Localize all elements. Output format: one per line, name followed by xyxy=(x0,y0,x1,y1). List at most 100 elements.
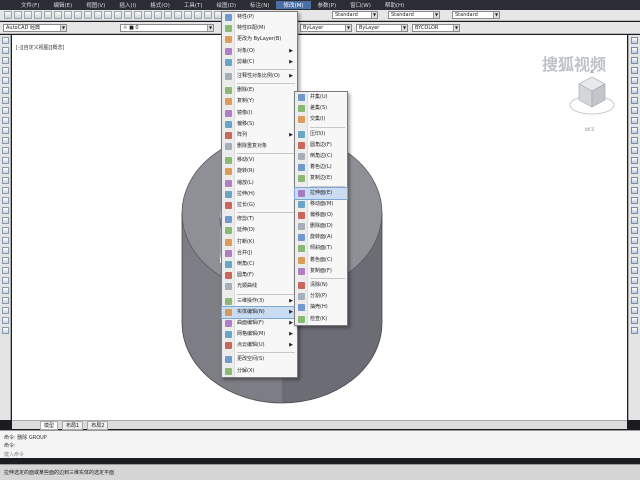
dim-style-combo[interactable]: Standard ▼ xyxy=(388,11,440,19)
toolbar-tool-icon[interactable] xyxy=(2,127,9,134)
menu-item[interactable]: 复制边(E) xyxy=(295,173,347,184)
menu-item[interactable]: 插入(I) xyxy=(112,1,143,9)
toolbar-tool-icon[interactable] xyxy=(2,307,9,314)
menu-item[interactable]: 着色面(C) xyxy=(295,255,347,266)
toolbar-tool-icon[interactable] xyxy=(631,167,638,174)
viewcube-icon[interactable]: WCS xyxy=(567,65,617,135)
menu-item[interactable]: 检查(K) xyxy=(295,314,347,325)
toolbar-tool-icon[interactable] xyxy=(2,267,9,274)
menu-item[interactable]: 移动面(M) xyxy=(295,199,347,210)
toolbar-tool-icon[interactable] xyxy=(631,147,638,154)
toolbar-tool-icon[interactable] xyxy=(631,277,638,284)
menu-item[interactable]: 缩放(L) xyxy=(222,178,297,189)
toolbar-tool-icon[interactable] xyxy=(2,177,9,184)
menu-item[interactable]: 合并(J) xyxy=(222,248,297,259)
toolbar-tool-icon[interactable] xyxy=(2,117,9,124)
toolbar-tool-icon[interactable] xyxy=(2,67,9,74)
menu-item[interactable]: 偏移(S) xyxy=(222,119,297,130)
linetype-combo[interactable]: ByLayer ▼ xyxy=(356,24,408,32)
toolbar-tool-icon[interactable] xyxy=(2,237,9,244)
table-style-combo[interactable]: Standard ▼ xyxy=(452,11,500,19)
toolbar-tool-icon[interactable] xyxy=(631,87,638,94)
menu-item[interactable]: 压印(I) xyxy=(295,129,347,140)
toolbar-tool-icon[interactable] xyxy=(2,327,9,334)
toolbar-tool-icon[interactable] xyxy=(631,327,638,334)
toolbar-tool-icon[interactable] xyxy=(104,11,112,19)
toolbar-tool-icon[interactable] xyxy=(24,11,32,19)
toolbar-tool-icon[interactable] xyxy=(2,287,9,294)
toolbar-tool-icon[interactable] xyxy=(631,197,638,204)
menu-item[interactable]: 镜像(I) xyxy=(222,108,297,119)
menu-item[interactable]: 拉伸(H) xyxy=(222,189,297,200)
toolbar-tool-icon[interactable] xyxy=(631,267,638,274)
menu-item[interactable]: 清除(N) xyxy=(295,280,347,291)
toolbar-tool-icon[interactable] xyxy=(164,11,172,19)
toolbar-tool-icon[interactable] xyxy=(2,317,9,324)
toolbar-tool-icon[interactable] xyxy=(2,87,9,94)
toolbar-tool-icon[interactable] xyxy=(2,57,9,64)
toolbar-tool-icon[interactable] xyxy=(44,11,52,19)
toolbar-tool-icon[interactable] xyxy=(631,207,638,214)
menu-item[interactable]: 移动(V) xyxy=(222,155,297,166)
menu-item[interactable]: 注释性对象比例(O) ▶ xyxy=(222,71,297,82)
menu-item[interactable]: 删除重复对象 xyxy=(222,141,297,152)
menu-item[interactable]: 阵列 ▶ xyxy=(222,130,297,141)
toolbar-tool-icon[interactable] xyxy=(2,187,9,194)
menu-item[interactable]: 曲面编辑(F) ▶ xyxy=(222,318,297,329)
toolbar-tool-icon[interactable] xyxy=(631,217,638,224)
toolbar-tool-icon[interactable] xyxy=(2,207,9,214)
toolbar-tool-icon[interactable] xyxy=(631,297,638,304)
toolbar-tool-icon[interactable] xyxy=(2,147,9,154)
menu-item[interactable]: 修剪(T) xyxy=(222,214,297,225)
toolbar-tool-icon[interactable] xyxy=(2,257,9,264)
menu-item[interactable]: 窗口(W) xyxy=(343,1,378,9)
toolbar-tool-icon[interactable] xyxy=(84,11,92,19)
toolbar-tool-icon[interactable] xyxy=(631,47,638,54)
menu-item[interactable]: 删除面(D) xyxy=(295,221,347,232)
toolbar-tool-icon[interactable] xyxy=(174,11,182,19)
workspace-combo[interactable]: AutoCAD 经典 ▼ xyxy=(3,24,67,32)
toolbar-tool-icon[interactable] xyxy=(184,11,192,19)
toolbar-tool-icon[interactable] xyxy=(631,77,638,84)
toolbar-tool-icon[interactable] xyxy=(631,317,638,324)
toolbar-tool-icon[interactable] xyxy=(631,177,638,184)
menu-item[interactable]: 并集(U) xyxy=(295,92,347,103)
toolbar-tool-icon[interactable] xyxy=(2,247,9,254)
toolbar-tool-icon[interactable] xyxy=(2,97,9,104)
menu-item[interactable]: 着色边(L) xyxy=(295,162,347,173)
toolbar-tool-icon[interactable] xyxy=(2,47,9,54)
menu-item[interactable]: 特性(P) xyxy=(222,12,297,23)
toolbar-tool-icon[interactable] xyxy=(631,257,638,264)
menu-item[interactable]: 圆角(F) xyxy=(222,270,297,281)
toolbar-tool-icon[interactable] xyxy=(2,227,9,234)
toolbar-tool-icon[interactable] xyxy=(631,127,638,134)
menu-item[interactable]: 文件(F) xyxy=(14,1,46,9)
toolbar-tool-icon[interactable] xyxy=(631,157,638,164)
menu-item[interactable]: 视图(V) xyxy=(79,1,112,9)
color-combo[interactable]: ByLayer ▼ xyxy=(300,24,352,32)
toolbar-tool-icon[interactable] xyxy=(54,11,62,19)
menu-item[interactable]: 延伸(D) xyxy=(222,225,297,236)
menu-item[interactable]: 特性匹配(M) xyxy=(222,23,297,34)
toolbar-tool-icon[interactable] xyxy=(2,277,9,284)
menu-item[interactable]: 复制面(F) xyxy=(295,266,347,277)
menu-item[interactable]: 工具(T) xyxy=(177,1,210,9)
menu-item[interactable]: 圆角边(F) xyxy=(295,140,347,151)
toolbar-tool-icon[interactable] xyxy=(631,57,638,64)
toolbar-tool-icon[interactable] xyxy=(631,107,638,114)
layout-tab[interactable]: 模型 xyxy=(40,420,59,430)
toolbar-tool-icon[interactable] xyxy=(631,237,638,244)
menu-item[interactable]: 倾斜面(T) xyxy=(295,243,347,254)
toolbar-tool-icon[interactable] xyxy=(134,11,142,19)
menu-item[interactable]: 旋转(R) xyxy=(222,166,297,177)
menu-item[interactable]: 实体编辑(N) ▶ xyxy=(221,305,298,319)
toolbar-tool-icon[interactable] xyxy=(631,227,638,234)
menu-item[interactable]: 拉伸面(E) xyxy=(294,186,348,200)
toolbar-tool-icon[interactable] xyxy=(2,297,9,304)
menu-item[interactable]: 删除(E) xyxy=(222,85,297,96)
toolbar-tool-icon[interactable] xyxy=(631,37,638,44)
toolbar-tool-icon[interactable] xyxy=(124,11,132,19)
toolbar-tool-icon[interactable] xyxy=(64,11,72,19)
toolbar-tool-icon[interactable] xyxy=(2,157,9,164)
menu-item[interactable]: 格式(O) xyxy=(143,1,177,9)
